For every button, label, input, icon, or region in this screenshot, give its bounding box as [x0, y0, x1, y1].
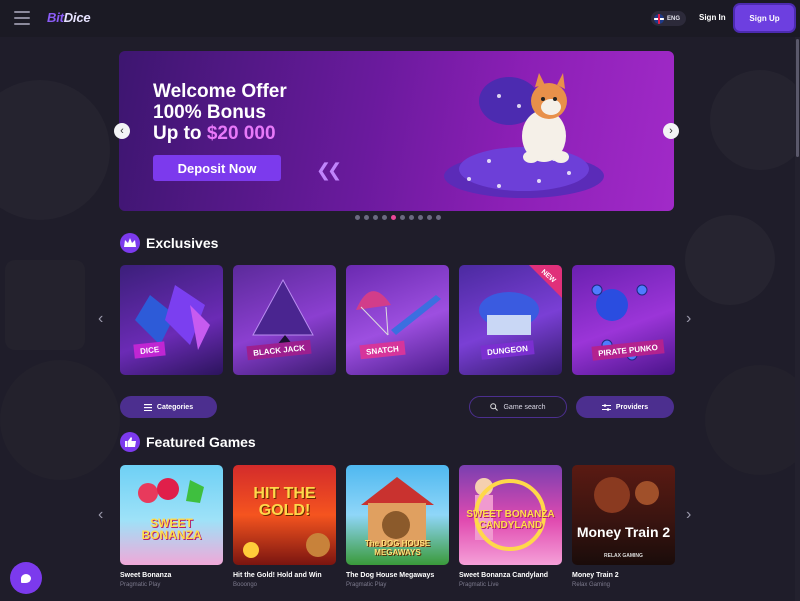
slide-dot[interactable]: [355, 215, 360, 220]
exclusives-heading: Exclusives: [120, 233, 218, 253]
slide-dot[interactable]: [364, 215, 369, 220]
sweet-bonanza-art: [138, 478, 204, 503]
exclusive-tile-dungeon[interactable]: NEW DUNGEON: [459, 265, 562, 375]
sign-up-button[interactable]: Sign Up: [735, 5, 794, 31]
game-art-title: The DOG HOUSE MEGAWAYS: [364, 539, 431, 557]
scrollbar[interactable]: [795, 37, 800, 601]
slide-dot[interactable]: [418, 215, 423, 220]
slide-dot[interactable]: [427, 215, 432, 220]
language-selector[interactable]: ENG: [651, 11, 686, 26]
featured-prev-arrow[interactable]: ‹: [98, 506, 103, 524]
game-name[interactable]: Sweet Bonanza: [120, 572, 171, 579]
slide-dot[interactable]: [436, 215, 441, 220]
banner-next-arrow[interactable]: ›: [663, 123, 679, 139]
game-card-dog-house[interactable]: The DOG HOUSE MEGAWAYS: [346, 465, 449, 565]
slide-dot-active[interactable]: [391, 215, 396, 220]
shiba-coin-pile-illustration: [444, 73, 604, 198]
game-art-title: Money Train 2: [576, 524, 671, 540]
logo[interactable]: BitDice: [47, 10, 91, 25]
featured-next-arrow[interactable]: ›: [686, 506, 691, 524]
sliders-icon: [601, 403, 611, 411]
promo-banner[interactable]: Welcome Offer 100% Bonus Up to $20 000 D…: [119, 51, 674, 211]
featured-title: Featured Games: [146, 434, 256, 450]
menu-icon[interactable]: [14, 11, 30, 25]
double-chevron-left-icon: ❮❮: [316, 160, 342, 180]
slide-dot[interactable]: [382, 215, 387, 220]
game-card-sweet-bonanza-candyland[interactable]: SWEET BONANZA CANDYLAND: [459, 465, 562, 565]
game-name[interactable]: Sweet Bonanza Candyland: [459, 572, 548, 579]
banner-pagination: [355, 215, 441, 220]
money-train-art: [594, 477, 659, 513]
deposit-now-button[interactable]: Deposit Now: [153, 155, 281, 181]
game-provider: Relax Gaming: [572, 582, 611, 588]
list-icon: [143, 403, 152, 411]
dungeon-art: [479, 265, 562, 335]
providers-button[interactable]: Providers: [576, 396, 674, 418]
search-icon: [490, 403, 499, 411]
thumbs-up-icon: [120, 432, 140, 452]
game-name[interactable]: Money Train 2: [572, 572, 619, 579]
language-label: ENG: [667, 15, 681, 22]
top-bar: BitDice ENG Sign In Sign Up: [0, 0, 800, 37]
exclusives-title: Exclusives: [146, 235, 219, 251]
game-provider: Pragmatic Play: [346, 582, 387, 588]
banner-headline: Welcome Offer 100% Bonus Up to $20 000: [153, 81, 287, 144]
game-provider: Booongo: [233, 582, 258, 588]
categories-label: Categories: [156, 403, 194, 411]
game-card-sweet-bonanza[interactable]: SWEET BONANZA: [120, 465, 223, 565]
search-placeholder: Game search: [503, 403, 546, 411]
exclusives-prev-arrow[interactable]: ‹: [98, 310, 103, 328]
providers-label: Providers: [615, 403, 649, 411]
game-art-title: SWEET BONANZA CANDYLAND: [466, 509, 555, 531]
chat-bubble-icon: [21, 573, 31, 583]
featured-heading: Featured Games: [120, 432, 256, 452]
exclusive-tile-pirate-punko[interactable]: PIRATE PUNKO: [572, 265, 675, 375]
uk-flag-icon: [654, 13, 664, 24]
slide-dot[interactable]: [409, 215, 414, 220]
pirate-punko-art: [591, 284, 648, 361]
exclusives-next-arrow[interactable]: ›: [686, 310, 691, 328]
game-name[interactable]: Hit the Gold! Hold and Win: [233, 572, 322, 579]
game-search-input[interactable]: Game search: [469, 396, 567, 418]
slide-dot[interactable]: [373, 215, 378, 220]
crown-icon: [120, 233, 140, 253]
game-provider: Pragmatic Live: [459, 582, 499, 588]
banner-prev-arrow[interactable]: ‹: [114, 123, 130, 139]
slide-dot[interactable]: [400, 215, 405, 220]
miner-art: [243, 533, 330, 558]
game-art-subtitle: RELAX GAMING: [604, 553, 643, 559]
game-card-money-train-2[interactable]: Money Train 2 RELAX GAMING: [572, 465, 675, 565]
game-provider: Pragmatic Play: [120, 582, 161, 588]
exclusive-tile-snatch[interactable]: SNATCH: [346, 265, 449, 375]
categories-button[interactable]: Categories: [120, 396, 217, 418]
sign-in-button[interactable]: Sign In: [699, 13, 726, 22]
live-chat-button[interactable]: [10, 562, 42, 594]
game-art-title: SWEET BONANZA: [141, 516, 202, 542]
exclusive-tile-blackjack[interactable]: BLACK JACK: [233, 265, 336, 375]
exclusive-tile-dice[interactable]: DICE: [120, 265, 223, 375]
game-name[interactable]: The Dog House Megaways: [346, 572, 434, 579]
game-card-hit-the-gold[interactable]: HIT THE GOLD!: [233, 465, 336, 565]
